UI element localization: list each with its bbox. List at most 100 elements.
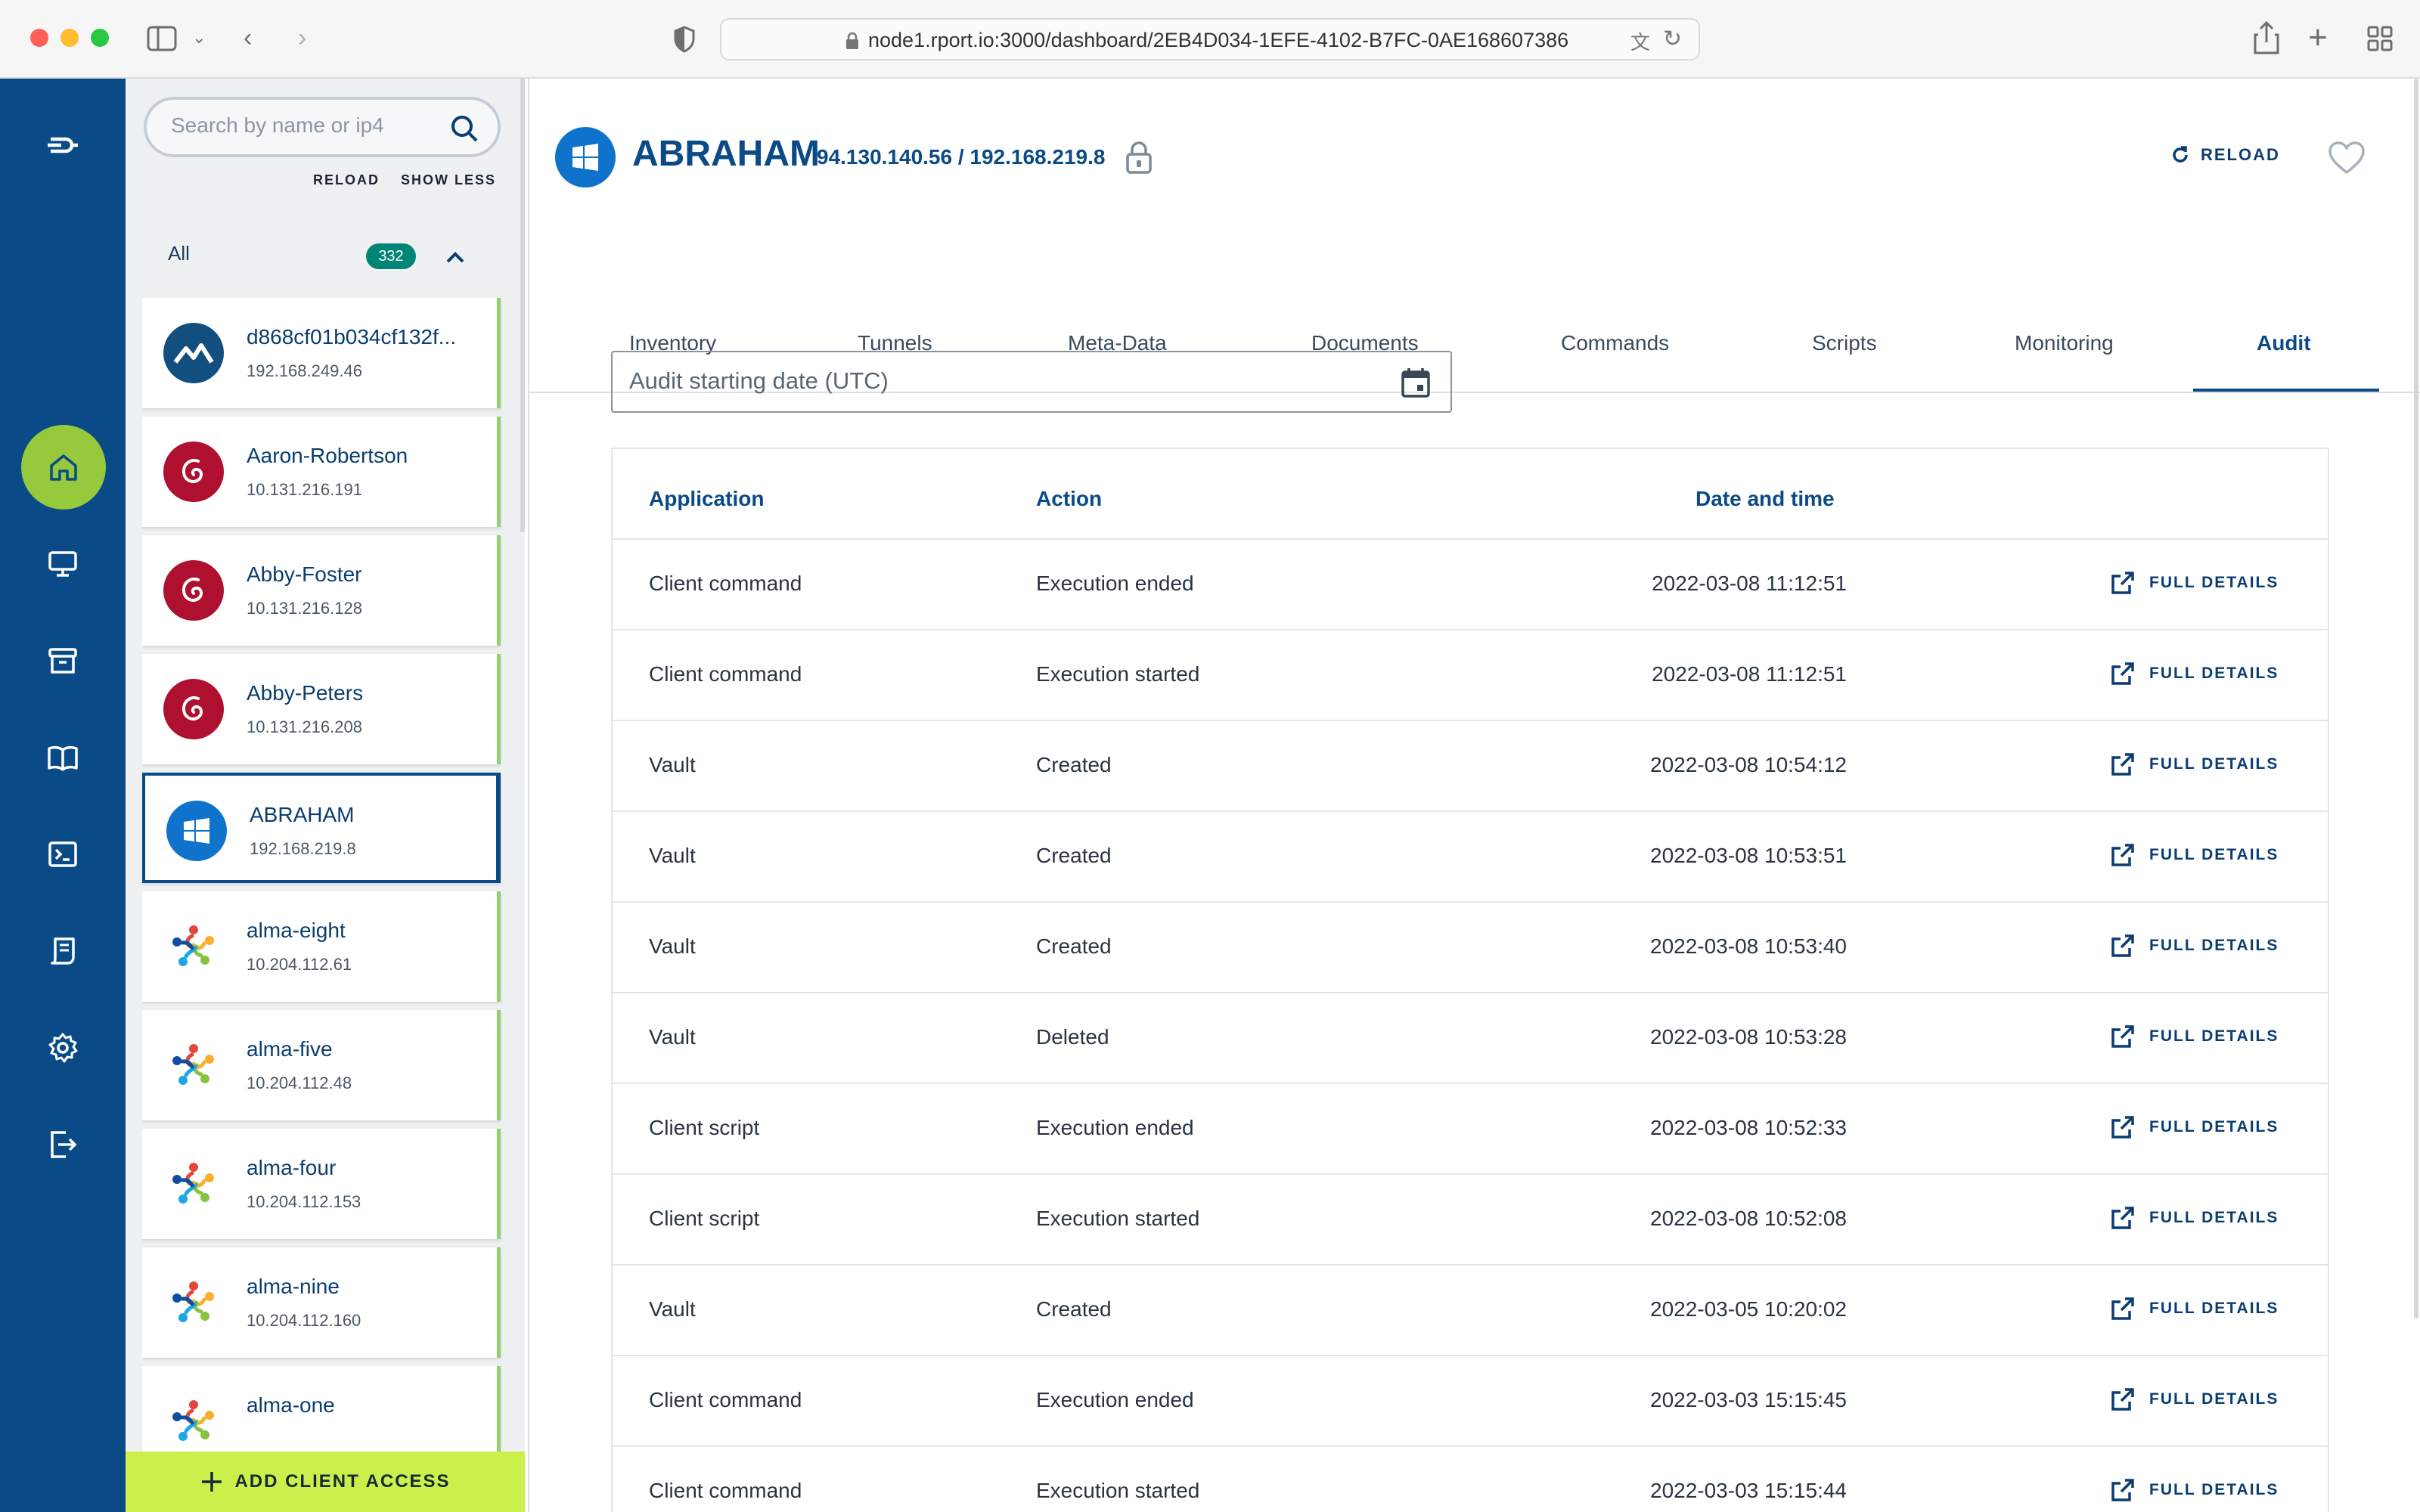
nav-documentation-button[interactable] <box>33 727 93 788</box>
client-list-scrollbar[interactable] <box>520 79 525 532</box>
refresh-icon[interactable]: ↻ <box>1663 26 1682 52</box>
tab-overview-icon[interactable] <box>2367 26 2393 51</box>
cell-action: Execution ended <box>1036 572 1194 595</box>
cell-datetime: 2022-03-03 15:15:45 <box>1650 1388 1847 1411</box>
client-group-all[interactable]: All <box>168 242 190 265</box>
cell-application: Vault <box>649 844 696 867</box>
cell-action: Execution started <box>1036 1207 1200 1230</box>
gear-icon <box>48 1033 78 1063</box>
full-details-button[interactable]: FULL DETAILS <box>2110 1024 2279 1049</box>
cell-datetime: 2022-03-08 10:54:12 <box>1650 753 1847 776</box>
full-details-button[interactable]: FULL DETAILS <box>2110 1205 2279 1231</box>
reload-client-button[interactable]: RELOAD <box>2170 145 2280 165</box>
nav-scripts-button[interactable] <box>33 921 93 981</box>
book-icon <box>48 745 78 771</box>
lock-icon[interactable] <box>1124 141 1154 174</box>
search-icon[interactable] <box>449 113 479 144</box>
translate-icon[interactable]: 文 <box>1630 27 1650 55</box>
url-text: node1.rport.io:3000/dashboard/2EB4D034-1… <box>868 29 1569 51</box>
tab-commands[interactable]: Commands <box>1561 331 1669 355</box>
tab-audit[interactable]: Audit <box>2257 331 2311 355</box>
share-icon[interactable] <box>2254 21 2279 54</box>
full-details-button[interactable]: FULL DETAILS <box>2110 1387 2279 1412</box>
full-details-button[interactable]: FULL DETAILS <box>2110 1477 2279 1503</box>
sidebar-toggle-icon[interactable] <box>147 26 177 51</box>
full-details-label: FULL DETAILS <box>2149 1481 2279 1498</box>
client-card[interactable]: alma-five 10.204.112.48 <box>142 1010 501 1120</box>
main-scrollbar[interactable] <box>2414 79 2418 1318</box>
full-details-button[interactable]: FULL DETAILS <box>2110 933 2279 959</box>
cell-datetime: 2022-03-08 10:52:33 <box>1650 1116 1847 1139</box>
cell-application: Client command <box>649 662 802 686</box>
nav-clients-button[interactable] <box>33 534 93 594</box>
full-details-button[interactable]: FULL DETAILS <box>2110 1114 2279 1140</box>
tab-scripts[interactable]: Scripts <box>1812 331 1877 355</box>
cell-application: Client script <box>649 1116 760 1139</box>
full-details-button[interactable]: FULL DETAILS <box>2110 842 2279 868</box>
cell-datetime: 2022-03-03 15:15:44 <box>1650 1479 1847 1502</box>
home-icon <box>50 454 77 481</box>
calendar-icon[interactable] <box>1399 366 1432 399</box>
back-icon[interactable]: ‹ <box>244 23 252 53</box>
cell-datetime: 2022-03-05 10:20:02 <box>1650 1297 1847 1321</box>
rport-logo[interactable] <box>33 115 93 175</box>
forward-icon[interactable]: › <box>298 23 306 53</box>
heart-icon[interactable] <box>2328 141 2366 175</box>
external-link-icon <box>2111 662 2134 685</box>
table-row: Client command Execution ended 2022-03-03 … <box>613 1356 2329 1447</box>
full-details-button[interactable]: FULL DETAILS <box>2110 1296 2279 1321</box>
external-link-icon <box>2111 1116 2134 1139</box>
cell-datetime: 2022-03-08 11:12:51 <box>1652 662 1847 686</box>
nav-inventory-button[interactable] <box>33 631 93 691</box>
client-card[interactable]: alma-four 10.204.112.153 <box>142 1129 501 1239</box>
show-less-button[interactable]: SHOW LESS <box>401 172 496 188</box>
client-card[interactable]: alma-nine 10.204.112.160 <box>142 1247 501 1358</box>
client-card[interactable]: Abby-Foster 10.131.216.128 <box>142 535 501 646</box>
full-details-button[interactable]: FULL DETAILS <box>2110 661 2279 686</box>
nav-home-button[interactable] <box>21 425 106 510</box>
audit-date-input[interactable] <box>629 367 1310 395</box>
full-details-label: FULL DETAILS <box>2149 1209 2279 1226</box>
full-details-button[interactable]: FULL DETAILS <box>2110 751 2279 777</box>
client-ip: 192.168.219.8 <box>250 839 356 858</box>
window-zoom-button[interactable] <box>91 29 109 47</box>
cell-action: Created <box>1036 934 1112 958</box>
shield-icon[interactable] <box>673 26 696 53</box>
nav-commands-button[interactable] <box>33 824 93 885</box>
client-ip-addresses: 94.130.140.56 / 192.168.219.8 <box>817 145 1106 169</box>
add-client-label: ADD CLIENT ACCESS <box>234 1471 451 1492</box>
table-row: Client script Execution ended 2022-03-08 1… <box>613 1084 2329 1175</box>
client-search[interactable] <box>144 97 501 157</box>
client-card[interactable]: Abby-Peters 10.131.216.208 <box>142 654 501 764</box>
external-link-icon <box>2111 934 2134 957</box>
nav-logout-button[interactable] <box>33 1114 93 1175</box>
add-client-access-button[interactable]: ADD CLIENT ACCESS <box>126 1452 525 1512</box>
chevron-up-icon[interactable] <box>442 243 469 271</box>
reload-clients-button[interactable]: RELOAD <box>313 172 380 188</box>
full-details-button[interactable]: FULL DETAILS <box>2110 570 2279 596</box>
window-minimize-button[interactable] <box>60 29 79 47</box>
audit-date-field[interactable] <box>611 351 1452 413</box>
chevron-down-icon[interactable]: ⌄ <box>192 23 206 53</box>
windows-icon <box>555 127 616 187</box>
tab-monitoring[interactable]: Monitoring <box>2015 331 2114 355</box>
nav-settings-button[interactable] <box>33 1018 93 1078</box>
client-ip: 10.204.112.160 <box>247 1311 361 1330</box>
cell-action: Execution started <box>1036 1479 1200 1502</box>
client-card[interactable]: Aaron-Robertson 10.131.216.191 <box>142 417 501 527</box>
windows-icon <box>166 801 227 861</box>
client-name: Abby-Foster <box>247 562 362 586</box>
client-ip: 192.168.249.46 <box>247 361 362 380</box>
cell-action: Deleted <box>1036 1025 1109 1049</box>
client-card[interactable]: ABRAHAM 192.168.219.8 <box>142 773 501 883</box>
client-name: Aaron-Robertson <box>247 444 408 467</box>
address-bar[interactable]: node1.rport.io:3000/dashboard/2EB4D034-1… <box>720 18 1700 60</box>
client-card[interactable]: alma-eight 10.204.112.61 <box>142 891 501 1002</box>
search-input[interactable] <box>171 113 436 138</box>
client-card[interactable]: d868cf01b034cf132f... 192.168.249.46 <box>142 298 501 408</box>
audit-table: Application Action Date and time Client … <box>611 448 2329 1512</box>
full-details-label: FULL DETAILS <box>2149 665 2279 682</box>
cell-application: Vault <box>649 1025 696 1049</box>
window-close-button[interactable] <box>30 29 48 47</box>
new-tab-icon[interactable]: + <box>2308 21 2328 54</box>
